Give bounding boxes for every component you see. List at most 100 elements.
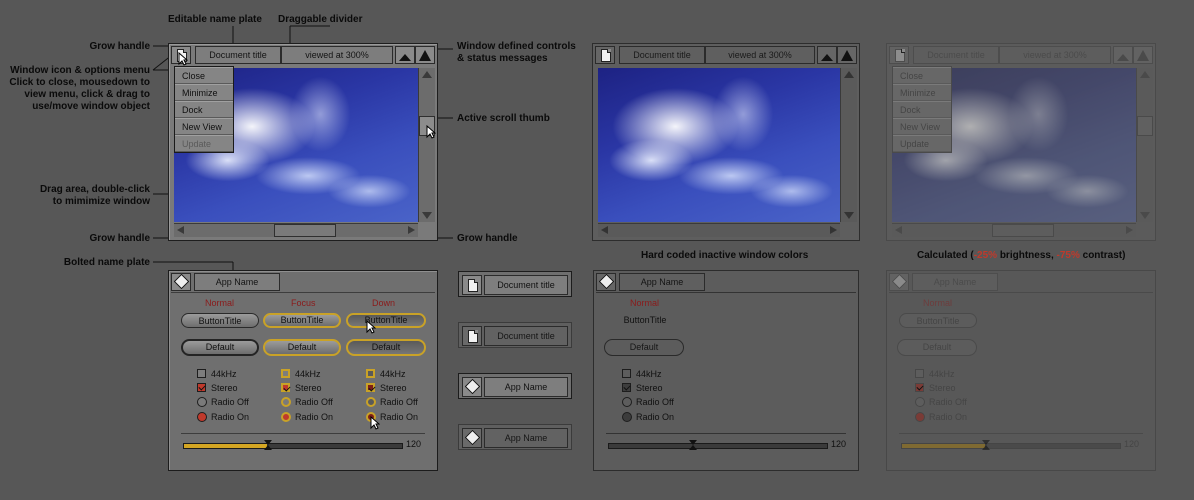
- window-icon[interactable]: [462, 326, 482, 346]
- slider-fill: [902, 444, 985, 448]
- hscroll-thumb[interactable]: [274, 224, 336, 237]
- vertical-scrollbar[interactable]: [418, 68, 435, 222]
- checkbox[interactable]: [915, 369, 924, 378]
- scroll-up-arrow[interactable]: [844, 71, 854, 78]
- horizontal-scrollbar[interactable]: [598, 223, 840, 237]
- level-slider[interactable]: [901, 440, 1121, 450]
- scroll-left-arrow[interactable]: [895, 226, 902, 234]
- checkbox[interactable]: [622, 369, 631, 378]
- scroll-right-arrow[interactable]: [408, 226, 415, 234]
- checkbox[interactable]: [622, 383, 631, 392]
- level-slider[interactable]: [608, 440, 828, 450]
- inactive-window-hardcoded[interactable]: Document title viewed at 300%: [592, 43, 860, 241]
- menu-item-minimize[interactable]: Minimize: [175, 84, 233, 101]
- default-button-focus[interactable]: Default: [263, 339, 341, 356]
- radio-label: Radio On: [380, 412, 419, 422]
- menu-item-minimize[interactable]: Minimize: [893, 84, 951, 101]
- menu-item-dock[interactable]: Dock: [893, 101, 951, 118]
- zoom-out-button[interactable]: [1113, 46, 1133, 64]
- button-title-down[interactable]: ButtonTitle: [346, 313, 426, 328]
- scroll-right-arrow[interactable]: [1126, 226, 1133, 234]
- horizontal-scrollbar[interactable]: [174, 223, 418, 237]
- zoom-in-button[interactable]: [837, 46, 857, 64]
- window-icon[interactable]: [595, 46, 615, 64]
- editable-name-plate[interactable]: Document title: [195, 46, 281, 64]
- zoom-in-button[interactable]: [415, 46, 435, 64]
- button-title[interactable]: ButtonTitle: [606, 313, 684, 328]
- radio[interactable]: [281, 397, 291, 407]
- scroll-down-arrow[interactable]: [422, 212, 432, 219]
- slider-thumb[interactable]: [263, 440, 272, 450]
- app-icon[interactable]: [889, 273, 909, 291]
- checkbox[interactable]: [281, 369, 290, 378]
- radio[interactable]: [197, 397, 207, 407]
- scroll-left-arrow[interactable]: [177, 226, 184, 234]
- name-plate[interactable]: Document title: [913, 46, 999, 64]
- radio[interactable]: [622, 397, 632, 407]
- scroll-up-arrow[interactable]: [1140, 71, 1150, 78]
- window-options-menu[interactable]: Close Minimize Dock New View Update: [174, 66, 234, 153]
- zoom-out-button[interactable]: [395, 46, 415, 64]
- menu-item-new-view[interactable]: New View: [893, 118, 951, 135]
- default-button-down[interactable]: Default: [346, 339, 426, 356]
- window-options-menu-faded[interactable]: Close Minimize Dock New View Update: [892, 66, 952, 153]
- slider-thumb[interactable]: [981, 440, 990, 450]
- app-icon[interactable]: [596, 273, 616, 291]
- sample-app-name-inactive[interactable]: App Name: [458, 424, 572, 450]
- app-icon[interactable]: [171, 273, 191, 291]
- sample-document-title-active[interactable]: Document title: [458, 271, 572, 297]
- name-plate[interactable]: Document title: [619, 46, 705, 64]
- zoom-in-button[interactable]: [1133, 46, 1153, 64]
- scroll-down-arrow[interactable]: [844, 212, 854, 219]
- sky-image: [598, 68, 840, 222]
- level-slider[interactable]: [183, 440, 403, 450]
- default-button-normal[interactable]: Default: [181, 339, 259, 356]
- checkbox-label: Stereo: [211, 383, 238, 393]
- checkbox[interactable]: [915, 383, 924, 392]
- horizontal-scrollbar[interactable]: [892, 223, 1136, 237]
- radio[interactable]: [915, 397, 925, 407]
- hscroll-thumb[interactable]: [992, 224, 1054, 237]
- radio[interactable]: [366, 397, 376, 407]
- vertical-scrollbar[interactable]: [840, 68, 857, 222]
- checkbox[interactable]: [281, 383, 290, 392]
- sample-app-name-active[interactable]: App Name: [458, 373, 572, 399]
- scroll-up-arrow[interactable]: [422, 71, 432, 78]
- vertical-scrollbar[interactable]: [1136, 68, 1153, 222]
- button-title-focus[interactable]: ButtonTitle: [263, 313, 341, 328]
- default-button[interactable]: Default: [897, 339, 977, 356]
- menu-item-dock[interactable]: Dock: [175, 101, 233, 118]
- sample-document-title-inactive[interactable]: Document title: [458, 322, 572, 348]
- content-area[interactable]: [598, 68, 840, 222]
- default-button[interactable]: Default: [604, 339, 684, 356]
- scroll-down-arrow[interactable]: [1140, 212, 1150, 219]
- name-plate[interactable]: Document title: [484, 275, 568, 295]
- window-icon[interactable]: [889, 46, 909, 64]
- radio[interactable]: [197, 412, 207, 422]
- title-bar[interactable]: Document title viewed at 300%: [889, 46, 1153, 64]
- app-icon[interactable]: [462, 377, 482, 397]
- slider-thumb[interactable]: [688, 440, 697, 450]
- radio[interactable]: [622, 412, 632, 422]
- scroll-thumb[interactable]: [1137, 116, 1153, 136]
- window-icon[interactable]: [462, 275, 482, 295]
- button-title[interactable]: ButtonTitle: [899, 313, 977, 328]
- app-icon[interactable]: [462, 428, 482, 448]
- divider: [889, 292, 1153, 293]
- radio[interactable]: [915, 412, 925, 422]
- zoom-out-button[interactable]: [817, 46, 837, 64]
- checkbox[interactable]: [197, 369, 206, 378]
- title-bar[interactable]: Document title viewed at 300%: [171, 46, 435, 64]
- checkbox[interactable]: [366, 369, 375, 378]
- radio[interactable]: [281, 412, 291, 422]
- menu-item-close[interactable]: Close: [175, 67, 233, 84]
- button-title-normal[interactable]: ButtonTitle: [181, 313, 259, 328]
- menu-item-close[interactable]: Close: [893, 67, 951, 84]
- scroll-right-arrow[interactable]: [830, 226, 837, 234]
- checkbox[interactable]: [366, 383, 375, 392]
- menu-item-new-view[interactable]: New View: [175, 118, 233, 135]
- title-bar[interactable]: Document title viewed at 300%: [595, 46, 857, 64]
- checkbox[interactable]: [197, 383, 206, 392]
- name-plate[interactable]: Document title: [484, 326, 568, 346]
- scroll-left-arrow[interactable]: [601, 226, 608, 234]
